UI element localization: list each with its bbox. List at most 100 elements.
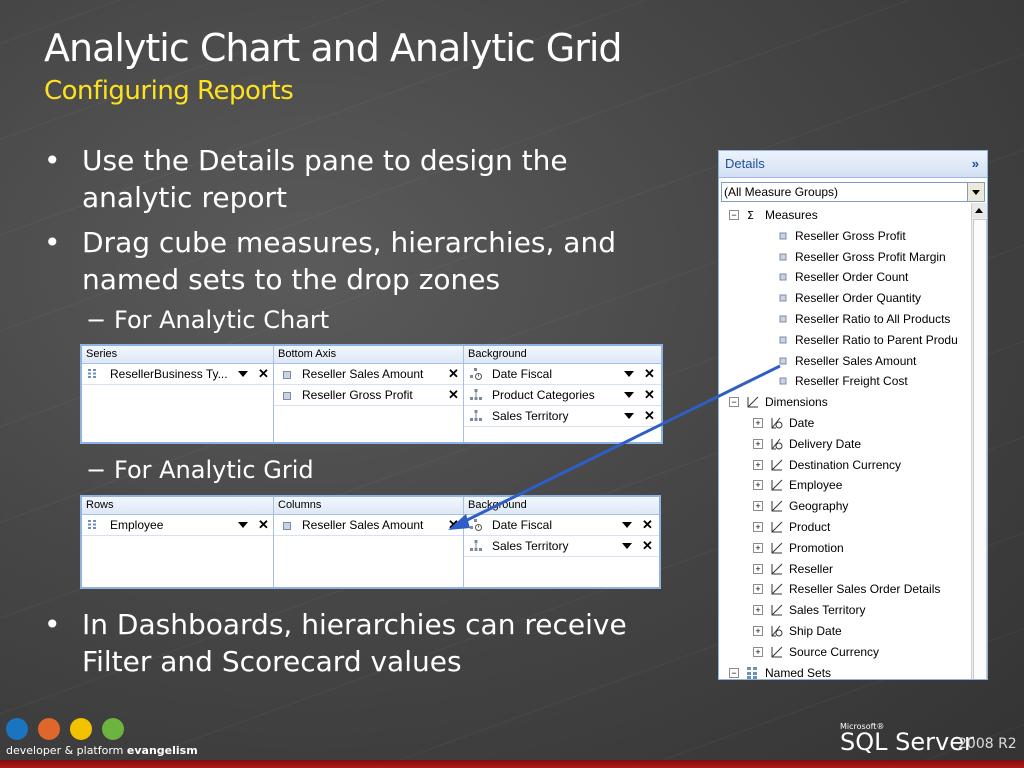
bullet-text: Drag cube measures, hierarchies, and nam…: [82, 226, 616, 296]
bottom-axis-zone[interactable]: Bottom Axis Reseller Sales Amount ✕ Rese…: [274, 346, 464, 442]
tree-item-label: Employee: [789, 478, 843, 493]
zone-item[interactable]: Sales Territory ✕: [464, 536, 659, 557]
scroll-thumb[interactable]: [973, 219, 987, 679]
tagline-part: developer & platform: [6, 744, 124, 757]
expand-icon[interactable]: +: [753, 418, 763, 428]
dimension-icon: [771, 459, 783, 471]
bullet-marker: •: [44, 608, 61, 641]
remove-icon[interactable]: ✕: [642, 515, 653, 535]
details-title: Details: [725, 156, 765, 171]
zone-header: Series: [82, 346, 273, 364]
tree-item-label: Delivery Date: [789, 436, 862, 451]
time-dimension-icon: [771, 417, 783, 429]
collapse-icon[interactable]: −: [729, 667, 739, 678]
tree-item-label: Reseller Sales Amount: [795, 353, 917, 368]
zone-item[interactable]: Employee ✕: [82, 515, 273, 536]
measure-icon: [283, 392, 291, 400]
tree-item-label: Destination Currency: [789, 457, 902, 472]
expand-icon[interactable]: +: [753, 626, 763, 636]
zone-item[interactable]: Reseller Sales Amount ✕: [274, 515, 463, 536]
bullet-text: In Dashboards, hierarchies can receive F…: [82, 608, 627, 678]
expand-icon[interactable]: +: [753, 501, 763, 512]
measure-icon: [779, 232, 787, 240]
remove-icon[interactable]: ✕: [258, 515, 269, 535]
zone-item-label: Date Fiscal: [492, 518, 553, 532]
remove-icon[interactable]: ✕: [448, 515, 459, 535]
dimension-icon: [771, 500, 783, 512]
remove-icon[interactable]: ✕: [644, 364, 655, 384]
remove-icon[interactable]: ✕: [644, 406, 655, 426]
measure-icon: [779, 273, 787, 281]
collapse-pane-icon[interactable]: »: [972, 151, 979, 177]
bullet-marker: •: [44, 226, 61, 259]
tree-item-label: Reseller Freight Cost: [795, 374, 908, 389]
expand-icon[interactable]: +: [753, 522, 763, 532]
tree-item-label: Ship Date: [789, 624, 842, 638]
measure-group-select[interactable]: (All Measure Groups): [721, 182, 985, 202]
zone-item[interactable]: Sales Territory ✕: [464, 406, 661, 427]
dropdown-arrow-icon[interactable]: [238, 522, 248, 528]
zone-item[interactable]: Date Fiscal ✕: [464, 515, 659, 536]
dropdown-arrow-icon[interactable]: [622, 543, 632, 549]
zone-item-label: Sales Territory: [492, 539, 569, 553]
logo-circle-yellow: [70, 718, 92, 740]
time-dimension-icon: [771, 438, 783, 450]
dropdown-arrow-icon[interactable]: [624, 392, 634, 398]
series-zone[interactable]: Series ResellerBusiness Ty... ✕: [82, 346, 274, 442]
measure-icon: [283, 371, 291, 379]
tree-item-label: Reseller: [789, 561, 834, 576]
remove-icon[interactable]: ✕: [448, 385, 459, 405]
dimension-icon: [771, 521, 783, 533]
measure-icon: [779, 336, 787, 344]
dimension-icon: [771, 646, 783, 658]
expand-icon[interactable]: +: [753, 438, 763, 449]
tree-item-label: Reseller Order Quantity: [795, 291, 922, 306]
tree-scrollbar[interactable]: [971, 203, 987, 679]
dimension-icon: [771, 604, 783, 616]
named-set-icon: [747, 666, 757, 679]
dropdown-arrow-icon[interactable]: [622, 522, 632, 528]
logo-circle-blue: [6, 718, 28, 740]
expand-icon[interactable]: +: [753, 646, 763, 657]
dropdown-arrow-icon[interactable]: [238, 371, 248, 377]
expand-icon[interactable]: +: [753, 459, 763, 470]
zone-item-label: Employee: [110, 518, 164, 532]
subbullet-marker: −: [86, 456, 107, 484]
dimension-icon: [771, 584, 783, 595]
zone-item[interactable]: ResellerBusiness Ty... ✕: [82, 364, 273, 385]
remove-icon[interactable]: ✕: [644, 385, 655, 405]
expand-icon[interactable]: +: [753, 542, 763, 553]
time-dimension-icon: [771, 625, 783, 637]
zone-item[interactable]: Reseller Sales Amount ✕: [274, 364, 463, 385]
zone-item[interactable]: Reseller Gross Profit ✕: [274, 385, 463, 406]
expand-icon[interactable]: +: [753, 480, 763, 491]
dropdown-arrow-icon[interactable]: [624, 413, 634, 419]
expand-icon[interactable]: +: [753, 584, 763, 595]
scroll-up-icon[interactable]: [972, 203, 987, 218]
background-zone[interactable]: Background Date Fiscal ✕ Product Categor…: [464, 346, 661, 442]
tree-item-label: Source Currency: [789, 644, 880, 659]
zone-item-label: Reseller Sales Amount: [302, 367, 424, 381]
zone-item[interactable]: Product Categories ✕: [464, 385, 661, 406]
dimension-icon: [771, 480, 783, 491]
remove-icon[interactable]: ✕: [642, 536, 653, 556]
rows-zone[interactable]: Rows Employee ✕: [82, 497, 274, 587]
collapse-icon[interactable]: −: [729, 210, 739, 220]
footer-bar: [0, 760, 1024, 768]
remove-icon[interactable]: ✕: [258, 364, 269, 384]
measure-icon: [779, 253, 787, 261]
zone-item-label: Reseller Gross Profit: [302, 388, 413, 402]
measure-icon: [283, 522, 291, 530]
expand-icon[interactable]: +: [753, 605, 763, 616]
select-dropdown-icon[interactable]: [967, 183, 984, 201]
columns-zone[interactable]: Columns Reseller Sales Amount ✕: [274, 497, 464, 587]
collapse-icon[interactable]: −: [729, 397, 739, 408]
zone-item-label: Date Fiscal: [492, 367, 553, 381]
expand-icon[interactable]: +: [753, 563, 763, 574]
background-zone[interactable]: Background Date Fiscal ✕ Sales Territory…: [464, 497, 659, 587]
zone-header: Background: [464, 497, 659, 515]
zone-item[interactable]: Date Fiscal ✕: [464, 364, 661, 385]
zone-header: Columns: [274, 497, 463, 515]
dropdown-arrow-icon[interactable]: [624, 371, 634, 377]
remove-icon[interactable]: ✕: [448, 364, 459, 384]
